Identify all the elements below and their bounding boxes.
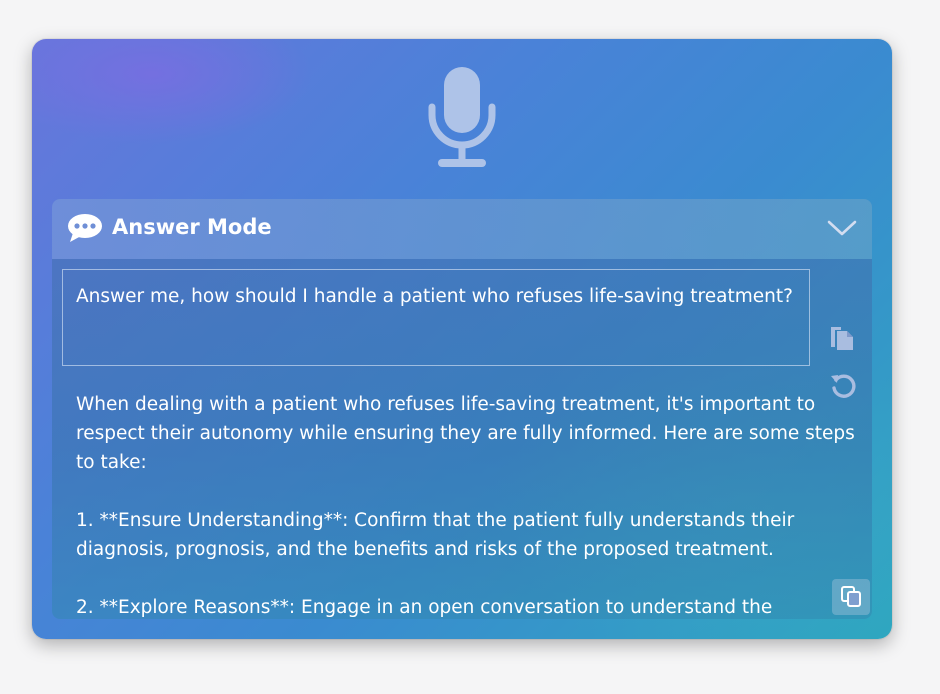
answer-paragraph: 2. **Explore Reasons**: Engage in an ope… [76,597,773,618]
chevron-down-icon[interactable] [826,217,858,239]
copy-answer-icon [841,586,861,607]
chat-bubble-icon [68,214,102,242]
answer-paragraph: When dealing with a patient who refuses … [76,394,855,473]
panel-header: Answer Mode [52,199,872,259]
microphone-icon[interactable] [427,67,497,171]
answer-window: Answer Mode Answer me, how should I hand… [32,39,892,639]
answer-text: When dealing with a patient who refuses … [76,390,856,619]
copy-icon[interactable] [828,323,858,353]
answer-paragraph: 1. **Ensure Understanding**: Confirm tha… [76,510,795,560]
prompt-input[interactable]: Answer me, how should I handle a patient… [62,269,810,366]
copy-answer-button[interactable] [832,579,870,615]
panel-title: Answer Mode [112,215,272,239]
answer-panel: Answer Mode Answer me, how should I hand… [52,199,872,619]
